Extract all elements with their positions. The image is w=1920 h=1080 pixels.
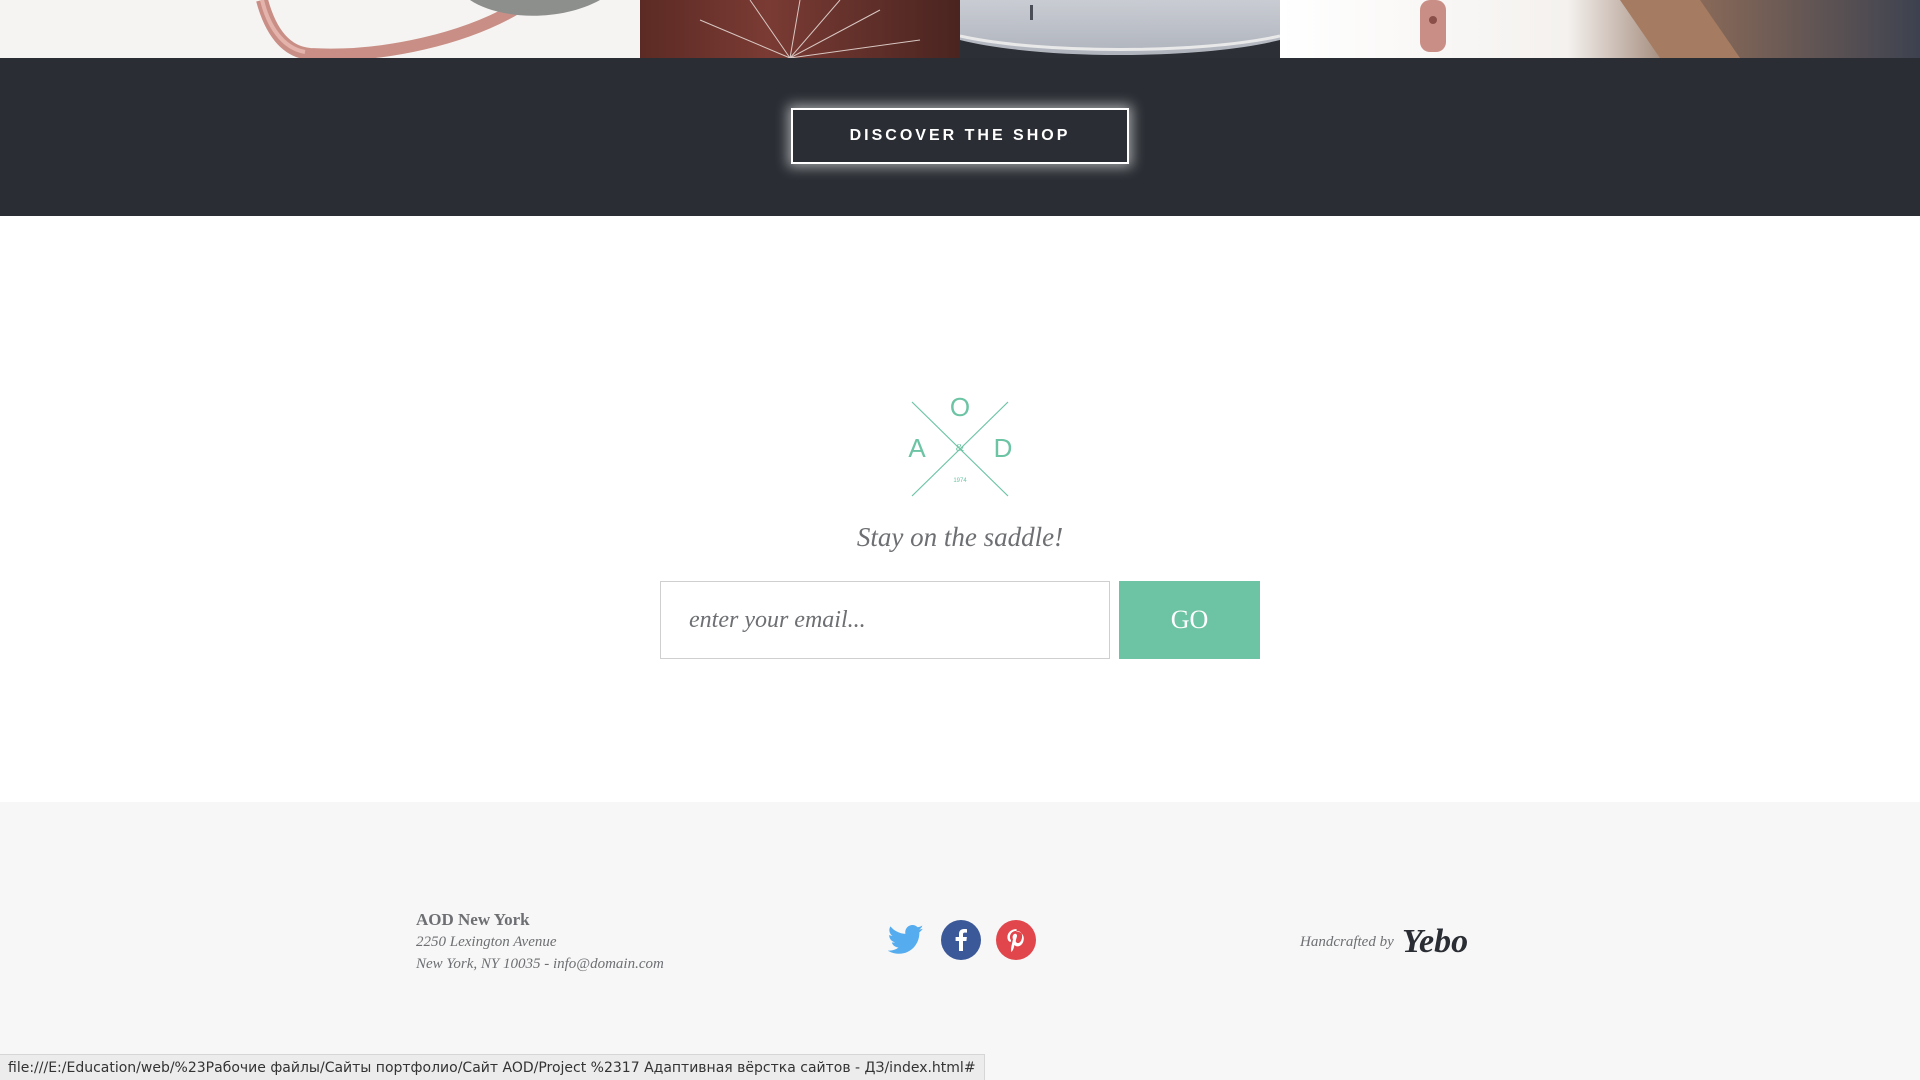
photo-leather-goods[interactable]	[1280, 0, 1920, 58]
photo-handlebar[interactable]	[0, 0, 640, 58]
svg-text:1974: 1974	[953, 478, 967, 484]
svg-text:O: O	[950, 392, 970, 422]
email-input[interactable]	[660, 581, 1110, 659]
pinterest-icon[interactable]	[996, 920, 1036, 960]
discover-shop-button[interactable]: DISCOVER THE SHOP	[791, 108, 1129, 164]
svg-text:Yebo: Yebo	[1402, 923, 1468, 960]
handcrafted-credit: Handcrafted by Yebo	[1300, 920, 1468, 964]
browser-status-bar: file:///E:/Education/web/%23Рабочие файл…	[0, 1054, 985, 1080]
footer: AOD New York 2250 Lexington Avenue New Y…	[0, 802, 1920, 1080]
company-name: AOD New York	[416, 910, 530, 929]
social-links	[886, 920, 1036, 960]
facebook-icon[interactable]	[941, 920, 981, 960]
address-line-1: 2250 Lexington Avenue	[416, 934, 557, 950]
twitter-icon[interactable]	[886, 920, 926, 960]
go-button[interactable]: GO	[1119, 581, 1260, 659]
yebo-logo[interactable]: Yebo	[1400, 920, 1468, 964]
aod-logo: O A D & 1974	[908, 392, 1013, 497]
photo-strip	[0, 0, 1920, 58]
photo-wheel-spokes[interactable]	[640, 0, 960, 58]
footer-address: AOD New York 2250 Lexington Avenue New Y…	[416, 909, 664, 975]
photo-tire[interactable]	[960, 0, 1280, 58]
address-line-2: New York, NY 10035 - info@domain.com	[416, 956, 664, 972]
newsletter-section: O A D & 1974 Stay on the saddle! GO	[0, 216, 1920, 802]
handcrafted-label: Handcrafted by	[1300, 933, 1394, 950]
svg-text:D: D	[994, 433, 1013, 463]
svg-text:&: &	[956, 442, 965, 454]
shop-band: DISCOVER THE SHOP	[0, 58, 1920, 216]
newsletter-tagline: Stay on the saddle!	[856, 522, 1064, 552]
svg-text:A: A	[908, 433, 926, 463]
